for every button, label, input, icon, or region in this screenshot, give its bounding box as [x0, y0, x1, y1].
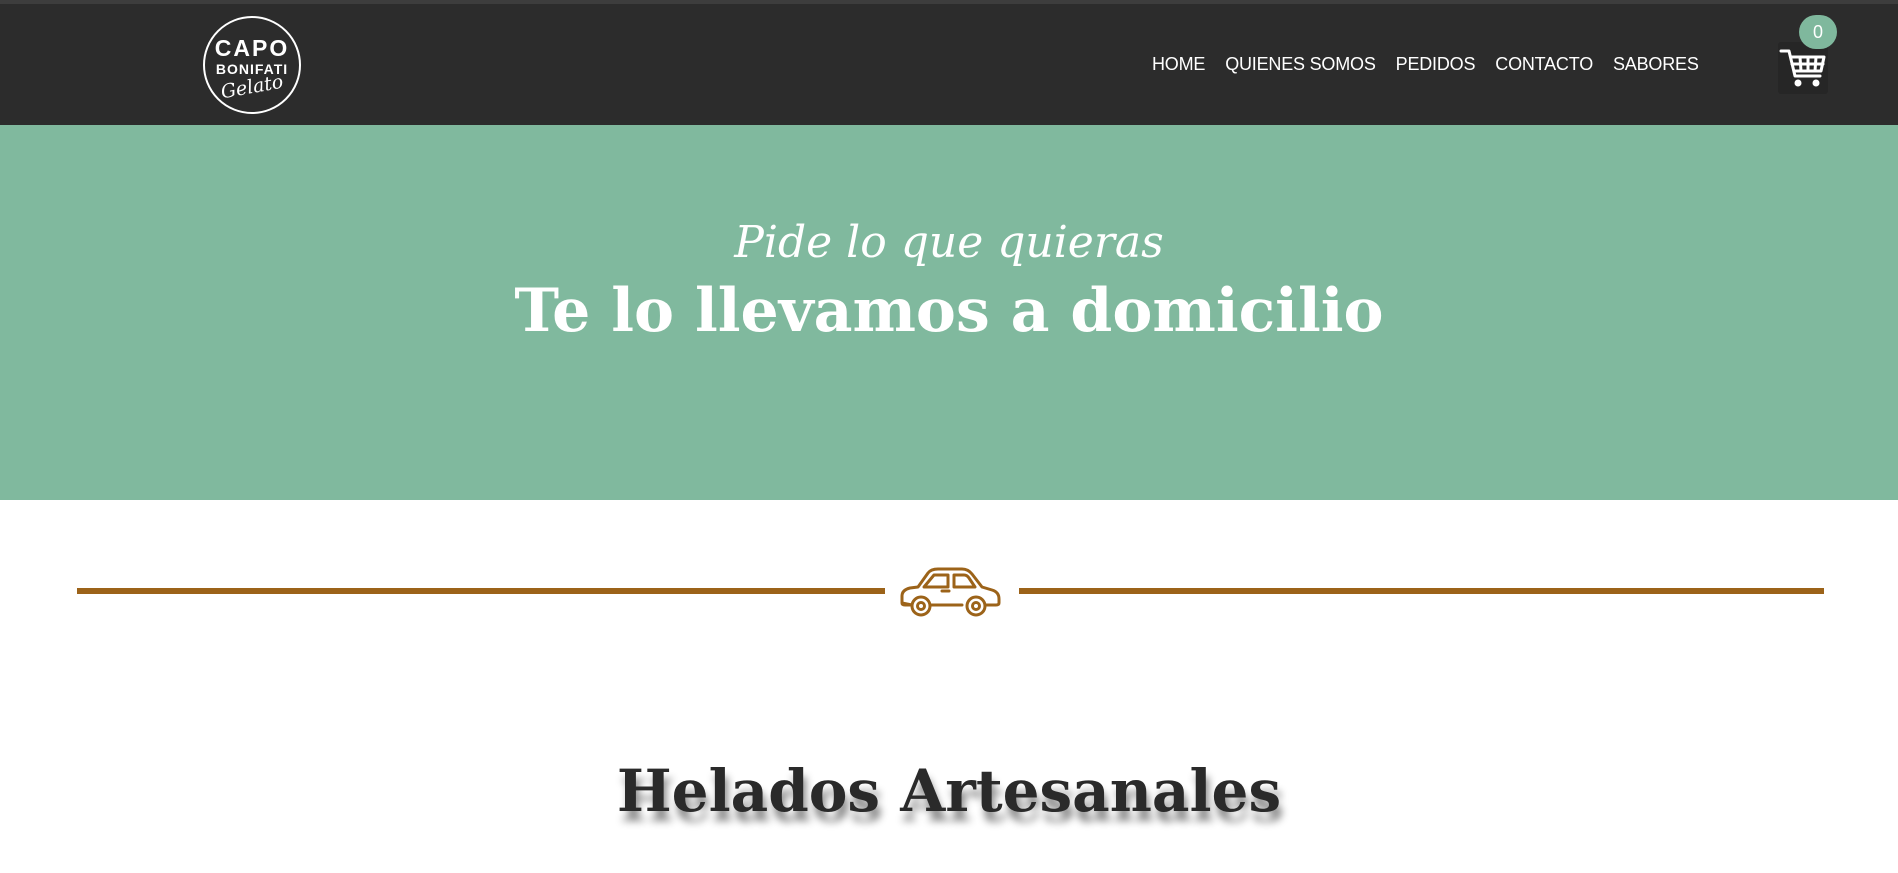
nav-contacto[interactable]: CONTACTO	[1495, 54, 1593, 75]
nav-sabores[interactable]: SABORES	[1613, 54, 1699, 75]
nav-pedidos[interactable]: PEDIDOS	[1396, 54, 1476, 75]
nav-quienes-somos[interactable]: QUIENES SOMOS	[1225, 54, 1376, 75]
divider-line-left	[77, 588, 885, 594]
hero-banner: Pide lo que quieras Te lo llevamos a dom…	[0, 125, 1898, 500]
hero-script-line: Pide lo que quieras	[734, 217, 1164, 268]
car-icon	[896, 563, 1004, 619]
logo-line-capo: CAPO	[214, 35, 290, 61]
nav-home[interactable]: HOME	[1152, 54, 1205, 75]
site-header: CAPO BONIFATI Gelato HOME QUIENES SOMOS …	[0, 4, 1898, 125]
section-title: Helados Artesanales	[616, 757, 1282, 825]
hero-headline: Te lo llevamos a domicilio	[514, 276, 1384, 346]
brand-logo[interactable]: CAPO BONIFATI Gelato	[203, 16, 301, 114]
main-nav: HOME QUIENES SOMOS PEDIDOS CONTACTO SABO…	[1152, 54, 1699, 75]
shopping-cart-icon[interactable]	[1778, 42, 1828, 94]
divider-line-right	[1019, 588, 1824, 594]
cart-count-badge: 0	[1799, 15, 1837, 49]
